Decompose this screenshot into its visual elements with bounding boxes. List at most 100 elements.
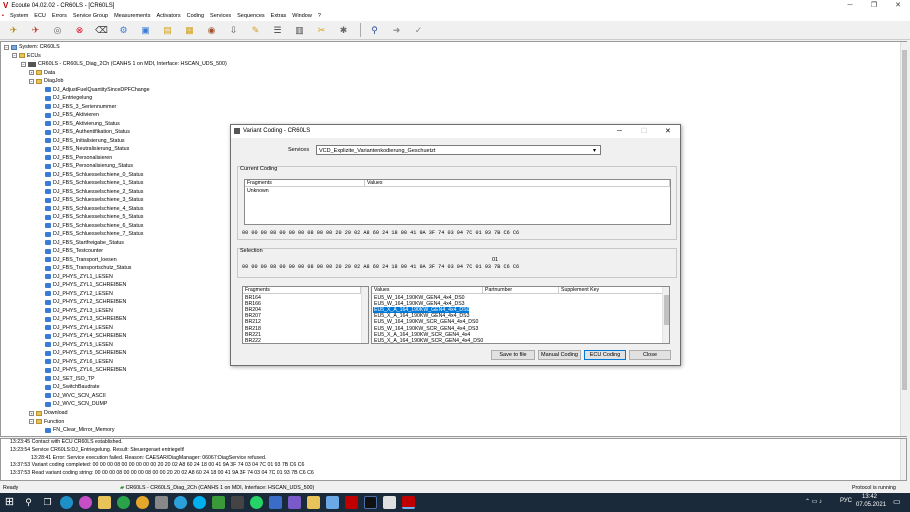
list-icon[interactable]: ☰ [268,23,287,38]
pin-icon[interactable]: ✓ [409,23,428,38]
fragments-list[interactable]: Fragments BR164 BR166 BR204 BR207 BR212 BR218… [242,286,369,344]
services-select[interactable]: VCD_Explizite_Variantenkodierung_Geschue… [316,145,601,155]
collapse-icon[interactable]: − [29,419,34,425]
tree-node-data[interactable]: + Data [29,69,55,78]
chevron-down-icon[interactable]: ▾ [593,147,596,154]
tree-node-job[interactable]: DJ_SET_ISO_TP [45,375,95,384]
connect-icon[interactable]: ✈ [4,23,23,38]
dialog-close-icon[interactable]: ✕ [665,125,671,138]
values-scrollbar[interactable] [662,287,669,343]
tree-node-job[interactable]: DJ_PHYS_ZYL5_LESEN [45,341,113,350]
fragments-scrollbar[interactable] [361,287,368,343]
tree-node-job[interactable]: DJ_AdjustFuelQuantitySinceDPFChange [45,86,150,95]
restore-icon[interactable]: ❐ [862,0,886,11]
chip-icon[interactable]: ▣ [136,23,155,38]
tree-node-job[interactable]: DJ_FBS_Initialisierung_Status [45,137,125,146]
app-yellow-icon[interactable] [307,496,320,509]
manual-coding-button[interactable]: Manual Coding [538,350,581,360]
notification-icon[interactable]: ▭ [893,497,901,506]
tree-node-job[interactable]: DJ_SwitchBaudrate [45,383,100,392]
eye-icon[interactable]: ◉ [202,23,221,38]
tree-node-job[interactable]: DJ_FBS_Schluesselschiene_3_Status [45,196,143,205]
tree-node-job[interactable]: DJ_WVC_SCN_ASCII [45,392,106,401]
tree-node-job[interactable]: DJ_PHYS_ZYL2_SCHREIBEN [45,298,126,307]
tree-node-job[interactable]: DJ_PHYS_ZYL3_LESEN [45,307,113,316]
app-blue-icon[interactable] [269,496,282,509]
tree-node-job[interactable]: DJ_FBS_Aktivierung_Status [45,120,120,129]
tree-node-diagjob[interactable]: − DiagJob [29,77,63,86]
tree-node-ecus[interactable]: − ECUs [12,52,41,61]
tree-node-job[interactable]: DJ_PHYS_ZYL6_LESEN [45,358,113,367]
menu-item[interactable]: Service Group [73,13,108,19]
tree-node-fn-clear[interactable]: FN_Clear_Mirror_Memory [45,426,115,435]
table-icon[interactable]: ▥ [290,23,309,38]
tree-node-job[interactable]: DJ_FBS_Schluesselschiene_7_Status [45,230,143,239]
tree-node-job[interactable]: DJ_PHYS_ZYL2_LESEN [45,290,113,299]
measure-icon[interactable]: ⚙ [114,23,133,38]
menu-item[interactable]: Extras [271,13,287,19]
tree-node-job[interactable]: DJ_FBS_Transportschutz_Status [45,264,131,273]
tree-node-job[interactable]: DJ_PHYS_ZYL4_LESEN [45,324,113,333]
tray-icons[interactable]: ⌃ ▭ ♪ [805,498,822,505]
tree-node-job[interactable]: DJ_FBS_Testcounter [45,247,103,256]
chart-icon[interactable]: ▤ [158,23,177,38]
fragment-item[interactable]: BR222 [244,338,261,343]
minimize-icon[interactable]: ─ [838,0,862,11]
tree-node-job[interactable]: DJ_FBS_3_Seriennummer [45,103,116,112]
scrollbar-thumb[interactable] [902,50,907,390]
tree-node-job[interactable]: DJ_FBS_Schluesselschiene_1_Status [45,179,143,188]
edit-icon[interactable]: ✎ [246,23,265,38]
dialog-minimize-icon[interactable]: ─ [617,125,622,138]
menu-item[interactable]: Window [292,13,312,19]
tools-icon[interactable]: ✂ [312,23,331,38]
tree-node-job[interactable]: DJ_FBS_Schluesselschiene_0_Status [45,171,143,180]
tree-node-job[interactable]: DJ_FBS_Transport_loesen [45,256,117,265]
skype-icon[interactable] [193,496,206,509]
vediamo-active-icon[interactable] [402,496,415,509]
clock-date[interactable]: 07.05.2021 [856,502,886,508]
clear-errors-icon[interactable]: ⌫ [92,23,111,38]
flash-icon[interactable]: ⇩ [224,23,243,38]
tree-node-job[interactable]: DJ_FBS_Personalisierung_Status [45,162,133,171]
tree-node-job[interactable]: DJ_PHYS_ZYL6_SCHREIBEN [45,366,126,375]
tree-node-job[interactable]: DJ_WVC_SCN_DUMP [45,400,107,409]
menu-item[interactable]: Coding [187,13,204,19]
collapse-icon[interactable]: − [21,61,26,67]
tree-node-system[interactable]: − System: CR60LS [4,43,60,52]
tree-node-job[interactable]: DJ_FBS_Neutralisierung_Status [45,145,129,154]
disconnect-icon[interactable]: ✈ [26,23,45,38]
log-scrollbar[interactable] [900,439,906,480]
coding-icon[interactable]: ▦ [180,23,199,38]
settings-icon[interactable]: ✱ [334,23,353,38]
tree-node-job[interactable]: DJ_FBS_Schluesselschiene_4_Status [45,205,143,214]
close-icon[interactable]: ✕ [886,0,910,11]
current-fragment[interactable]: Unknown [246,188,269,194]
mdi-icon[interactable]: ▪ [2,13,4,19]
values-list[interactable]: Values Partnumber Supplement Key EU5_W_1… [371,286,670,344]
expand-icon[interactable]: + [29,410,34,416]
app-red-icon[interactable] [383,496,396,509]
tree-node-job[interactable]: DJ_FBS_Authentifikation_Status [45,128,130,137]
collapse-icon[interactable]: − [29,78,34,84]
menu-item[interactable]: System [10,13,28,19]
forward-icon[interactable]: ➜ [387,23,406,38]
fragments-column-header[interactable]: Fragments [245,180,365,187]
tree-node-download[interactable]: + Download [29,409,68,418]
tree-node-job[interactable]: DJ_PHYS_ZYL5_SCHREIBEN [45,349,126,358]
dialog-maximize-icon[interactable]: ☐ [641,125,647,138]
tree-node-job[interactable]: DJ_FBS_Aktivieren [45,111,99,120]
start-icon[interactable]: ⊞ [3,496,16,509]
language-indicator[interactable]: РУС [840,498,852,504]
partnumber-header[interactable]: Partnumber [483,287,559,294]
collapse-icon[interactable]: − [12,53,17,59]
app-lightblue-icon[interactable] [326,496,339,509]
menu-item[interactable]: Activators [156,13,180,19]
collapse-icon[interactable]: − [4,44,9,50]
app-dark-icon[interactable] [231,496,244,509]
tree-node-job[interactable]: DJ_FBS_Personalisieren [45,154,112,163]
binoculars-icon[interactable]: ⚲ [365,23,384,38]
supplement-key-header[interactable]: Supplement Key [559,287,663,294]
clock-time[interactable]: 13:42 [862,494,877,500]
tree-node-job[interactable]: DJ_FBS_Schluesselschiene_5_Status [45,213,143,222]
menu-item[interactable]: Errors [52,13,67,19]
